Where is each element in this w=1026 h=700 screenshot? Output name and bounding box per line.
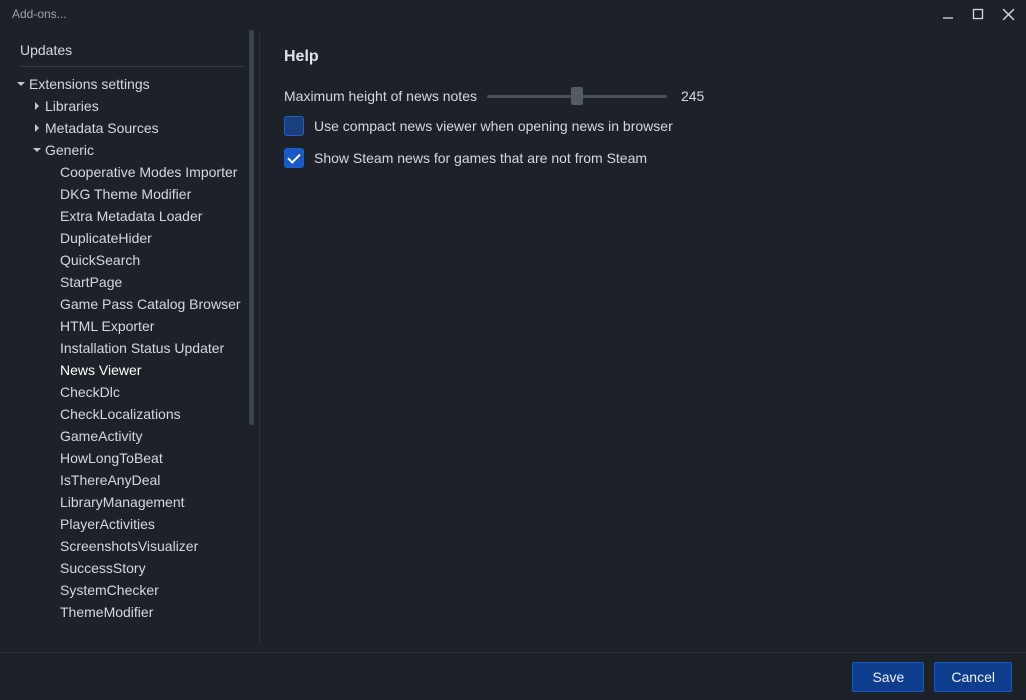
tree-leaf[interactable]: HowLongToBeat [16,447,249,469]
divider [20,66,245,67]
tree-leaf-label: HowLongToBeat [60,450,163,466]
tree-leaf-label: QuickSearch [60,252,140,268]
tree-node-generic[interactable]: Generic [16,139,249,161]
maximize-icon[interactable] [970,6,986,22]
cancel-button[interactable]: Cancel [934,662,1012,692]
tree-leaf-label: ThemeModifier [60,604,153,620]
slider-label: Maximum height of news notes [284,88,477,104]
tree-leaf[interactable]: CheckLocalizations [16,403,249,425]
slider[interactable] [487,88,667,104]
tree-leaf-label: SystemChecker [60,582,159,598]
tree-leaf[interactable]: SystemChecker [16,579,249,601]
titlebar: Add-ons... [0,0,1026,28]
tree-leaf-label: DKG Theme Modifier [60,186,191,202]
tree-leaf-label: HTML Exporter [60,318,154,334]
settings-panel: Help Maximum height of news notes 245 Us… [260,30,1018,644]
caret-right-icon [32,101,42,111]
tree-leaf[interactable]: Game Pass Catalog Browser [16,293,249,315]
dialog-footer: Save Cancel [0,652,1026,700]
tree-leaf[interactable]: ScreenshotsVisualizer [16,535,249,557]
tree-leaf[interactable]: PlayerActivities [16,513,249,535]
tree-leaf[interactable]: HTML Exporter [16,315,249,337]
tree-leaf-label: Cooperative Modes Importer [60,164,237,180]
tree-leaf-label: ScreenshotsVisualizer [60,538,198,554]
tree-leaf[interactable]: Installation Status Updater [16,337,249,359]
window-body: Updates Extensions settings Libraries Me… [8,30,1018,644]
tree-leaf-label: GameActivity [60,428,142,444]
sidebar: Updates Extensions settings Libraries Me… [8,30,260,644]
checkbox[interactable] [284,148,304,168]
tree-leaf[interactable]: Extra Metadata Loader [16,205,249,227]
tree-node-metadata-sources[interactable]: Metadata Sources [16,117,249,139]
setting-row-checkbox: Use compact news viewer when opening new… [284,116,994,136]
tree-leaf[interactable]: ThemeModifier [16,601,249,623]
tree-leaf-label: StartPage [60,274,122,290]
minimize-icon[interactable] [940,6,956,22]
save-button[interactable]: Save [852,662,924,692]
slider-thumb[interactable] [571,87,583,105]
tree-leaf-label: Extra Metadata Loader [60,208,202,224]
window-controls [940,6,1016,22]
tree-label: Extensions settings [29,76,150,92]
setting-row-slider: Maximum height of news notes 245 [284,88,994,104]
tree-leaf[interactable]: SuccessStory [16,557,249,579]
setting-row-checkbox: Show Steam news for games that are not f… [284,148,994,168]
sidebar-item-updates[interactable]: Updates [16,38,249,66]
tree-leaf-label: CheckLocalizations [60,406,181,422]
tree-leaf[interactable]: QuickSearch [16,249,249,271]
window-title: Add-ons... [12,7,67,21]
caret-down-icon [16,79,26,89]
slider-value: 245 [681,88,704,104]
tree-leaf-label: Installation Status Updater [60,340,224,356]
tree-leaf-label: SuccessStory [60,560,146,576]
tree-leaf-label: CheckDlc [60,384,120,400]
tree-root-extensions-settings[interactable]: Extensions settings [16,73,249,95]
tree-leaf[interactable]: GameActivity [16,425,249,447]
tree-leaf-label: LibraryManagement [60,494,185,510]
tree-leaf[interactable]: Cooperative Modes Importer [16,161,249,183]
close-icon[interactable] [1000,6,1016,22]
tree-leaf[interactable]: DKG Theme Modifier [16,183,249,205]
tree-label: Libraries [45,98,99,114]
scrollbar[interactable] [249,30,254,425]
tree-leaf-label: Game Pass Catalog Browser [60,296,241,312]
tree-leaf[interactable]: News Viewer [16,359,249,381]
tree-leaf[interactable]: StartPage [16,271,249,293]
tree-node-libraries[interactable]: Libraries [16,95,249,117]
caret-right-icon [32,123,42,133]
checkbox-label: Use compact news viewer when opening new… [314,118,673,134]
panel-title: Help [284,48,994,66]
tree-leaf[interactable]: DuplicateHider [16,227,249,249]
tree-leaf-label: News Viewer [60,362,141,378]
caret-down-icon [32,145,42,155]
checkbox-label: Show Steam news for games that are not f… [314,150,647,166]
tree-leaf[interactable]: LibraryManagement [16,491,249,513]
tree-leaf[interactable]: CheckDlc [16,381,249,403]
tree-leaf-label: PlayerActivities [60,516,155,532]
tree-leaf-label: IsThereAnyDeal [60,472,160,488]
checkbox[interactable] [284,116,304,136]
tree-leaf[interactable]: IsThereAnyDeal [16,469,249,491]
tree-label: Metadata Sources [45,120,159,136]
tree-label: Generic [45,142,94,158]
tree-leaf-label: DuplicateHider [60,230,152,246]
